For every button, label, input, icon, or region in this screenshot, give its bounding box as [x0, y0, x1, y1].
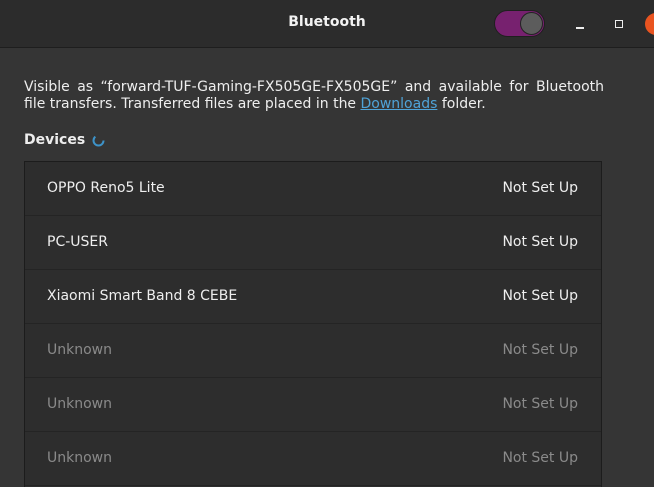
- minimize-icon[interactable]: [569, 13, 591, 35]
- device-row[interactable]: OPPO Reno5 Lite Not Set Up: [25, 162, 601, 216]
- device-list: OPPO Reno5 Lite Not Set Up PC-USER Not Set …: [24, 161, 602, 487]
- devices-header: Devices: [24, 132, 86, 148]
- window-title: Bluetooth: [288, 14, 366, 30]
- device-row[interactable]: PC-USER Not Set Up: [25, 216, 601, 270]
- close-icon[interactable]: [645, 13, 654, 35]
- device-name: Unknown: [47, 396, 112, 412]
- toggle-knob: [520, 12, 543, 35]
- device-status: Not Set Up: [502, 396, 578, 412]
- device-name: Unknown: [47, 342, 112, 358]
- device-status: Not Set Up: [502, 288, 578, 304]
- device-name: Unknown: [47, 450, 112, 466]
- device-row[interactable]: Unknown Not Set Up: [25, 432, 601, 486]
- title-bar: Bluetooth: [0, 0, 654, 48]
- loading-spinner-icon: [92, 134, 105, 147]
- device-row[interactable]: Xiaomi Smart Band 8 CEBE Not Set Up: [25, 270, 601, 324]
- info-text-end: folder.: [437, 96, 486, 112]
- device-name: Xiaomi Smart Band 8 CEBE: [47, 288, 238, 304]
- device-status: Not Set Up: [502, 180, 578, 196]
- device-status: Not Set Up: [502, 234, 578, 250]
- visibility-info-text: Visible as “forward-TUF-Gaming-FX505GE-F…: [24, 79, 604, 113]
- bluetooth-toggle-switch[interactable]: [494, 10, 545, 37]
- device-status: Not Set Up: [502, 342, 578, 358]
- device-name: PC-USER: [47, 234, 108, 250]
- info-text-start: Visible as “forward-TUF-Gaming-FX505GE-F…: [24, 79, 604, 112]
- device-status: Not Set Up: [502, 450, 578, 466]
- device-row[interactable]: Unknown Not Set Up: [25, 378, 601, 432]
- device-row[interactable]: Unknown Not Set Up: [25, 324, 601, 378]
- maximize-icon[interactable]: [608, 13, 630, 35]
- device-name: OPPO Reno5 Lite: [47, 180, 165, 196]
- downloads-link[interactable]: Downloads: [361, 96, 438, 112]
- bluetooth-settings-window: Bluetooth Visible as “forward-TUF-Gaming…: [0, 0, 654, 487]
